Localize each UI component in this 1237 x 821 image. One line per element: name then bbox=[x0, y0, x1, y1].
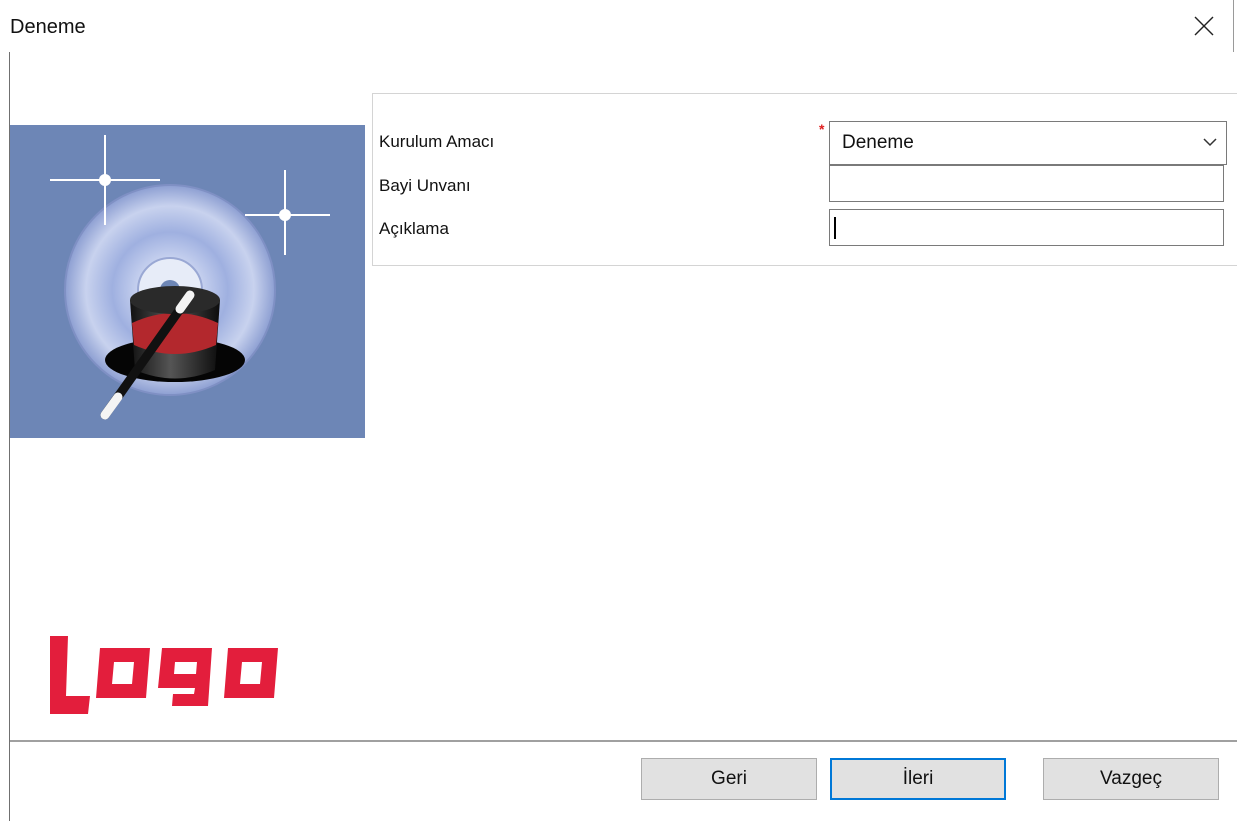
window-title: Deneme bbox=[10, 16, 86, 38]
next-button[interactable]: İleri bbox=[830, 758, 1006, 800]
bayi-unvani-field[interactable] bbox=[829, 165, 1224, 202]
setup-wizard-cd-magic-hat-icon bbox=[50, 135, 330, 420]
back-button[interactable]: Geri bbox=[641, 758, 817, 800]
kurulum-amaci-value: Deneme bbox=[842, 132, 914, 153]
chevron-down-icon bbox=[1203, 138, 1217, 147]
aciklama-label: Açıklama bbox=[379, 219, 449, 238]
required-indicator: * bbox=[819, 121, 825, 137]
bayi-unvani-label: Bayi Unvanı bbox=[379, 176, 471, 195]
aciklama-field[interactable] bbox=[829, 209, 1224, 246]
logo-icon bbox=[50, 636, 278, 714]
footer-divider bbox=[10, 740, 1237, 742]
kurulum-amaci-label: Kurulum Amacı bbox=[379, 132, 495, 151]
cancel-button[interactable]: Vazgeç bbox=[1043, 758, 1219, 800]
kurulum-amaci-select[interactable]: Deneme bbox=[829, 121, 1227, 165]
logo-brand-mark bbox=[50, 626, 290, 716]
window-border bbox=[1233, 0, 1234, 52]
close-button[interactable] bbox=[1176, 4, 1232, 48]
setup-wizard-image bbox=[10, 125, 365, 438]
text-cursor bbox=[834, 217, 836, 239]
title-bar: Deneme bbox=[0, 0, 1233, 52]
setup-form: Kurulum Amacı * Deneme Bayi Unvanı Açıkl… bbox=[372, 93, 1237, 266]
close-icon bbox=[1194, 16, 1214, 36]
setup-wizard-window: Deneme Kurulum Amacı * Deneme Bayi Unvan… bbox=[0, 0, 1237, 821]
